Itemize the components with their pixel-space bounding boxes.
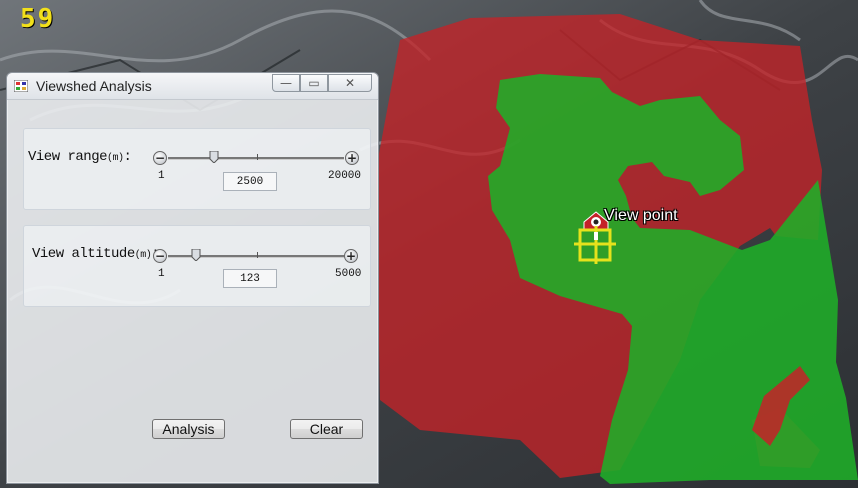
minus-icon: − xyxy=(154,151,166,165)
maximize-button[interactable]: ▭ xyxy=(300,74,328,92)
altitude-value-field[interactable]: 123 xyxy=(223,269,277,288)
view-altitude-label: View altitude(m): xyxy=(32,246,160,262)
view-range-group: View range(m): − + 1 20000 2500 xyxy=(23,128,371,210)
altitude-slider-tick xyxy=(257,252,258,258)
minimize-button[interactable]: — xyxy=(272,74,300,92)
range-slider-tick xyxy=(257,154,258,160)
altitude-min-label: 1 xyxy=(158,268,165,280)
view-altitude-group: View altitude(m): − + 1 5000 123 xyxy=(23,225,371,307)
close-icon: ✕ xyxy=(344,76,356,90)
range-slider-thumb[interactable] xyxy=(209,151,219,163)
fps-counter: 59 xyxy=(20,4,56,34)
close-button[interactable]: ✕ xyxy=(328,74,372,92)
minus-icon: − xyxy=(154,249,166,263)
range-increase-button[interactable]: + xyxy=(345,151,359,165)
altitude-increase-button[interactable]: + xyxy=(344,249,358,263)
plus-icon: + xyxy=(346,151,358,165)
analysis-button[interactable]: Analysis xyxy=(152,419,225,439)
altitude-slider-thumb[interactable] xyxy=(191,249,201,261)
view-altitude-unit: (m) xyxy=(134,250,152,261)
range-value-field[interactable]: 2500 xyxy=(223,172,277,191)
dialog-titlebar[interactable]: Viewshed Analysis — ▭ ✕ xyxy=(7,73,378,100)
viewpoint-label: View point xyxy=(604,207,678,224)
plus-icon: + xyxy=(345,249,357,263)
clear-button[interactable]: Clear xyxy=(290,419,363,439)
window-app-icon xyxy=(14,80,28,92)
view-range-label: View range(m): xyxy=(28,149,132,165)
maximize-icon: ▭ xyxy=(308,76,320,90)
range-slider-track[interactable] xyxy=(168,157,344,160)
range-decrease-button[interactable]: − xyxy=(153,151,167,165)
dialog-title: Viewshed Analysis xyxy=(36,78,152,94)
altitude-decrease-button[interactable]: − xyxy=(153,249,167,263)
altitude-max-label: 5000 xyxy=(335,268,362,280)
view-range-unit: (m) xyxy=(107,153,124,164)
range-min-label: 1 xyxy=(158,170,165,182)
viewshed-dialog[interactable]: Viewshed Analysis — ▭ ✕ View range(m): −… xyxy=(6,72,379,484)
range-max-label: 20000 xyxy=(328,170,362,182)
minimize-icon: — xyxy=(280,76,292,90)
